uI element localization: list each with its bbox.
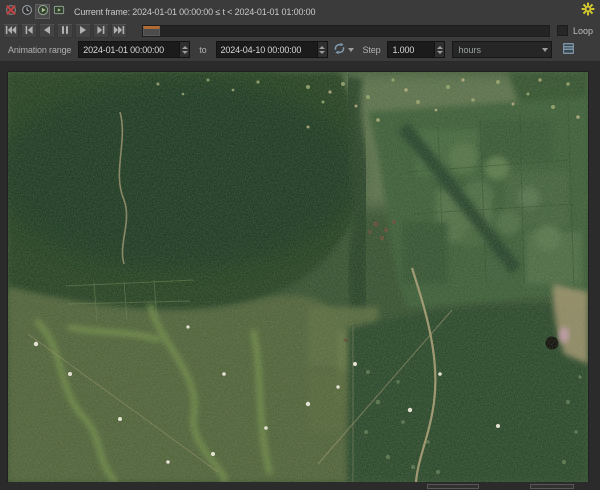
play-forward-button[interactable] <box>75 24 91 38</box>
loop-label: Loop <box>573 26 593 36</box>
export-animation-icon <box>562 42 575 57</box>
map-canvas[interactable] <box>8 72 588 482</box>
map-frame <box>0 62 600 490</box>
range-start-input[interactable]: 2024-01-01 00:00:00 <box>78 41 190 58</box>
export-animation-button[interactable] <box>560 42 576 58</box>
step-unit-combo[interactable]: hours <box>452 41 552 58</box>
movie-mode-icon <box>53 3 65 21</box>
bottom-panel-edge <box>0 482 600 490</box>
to-label: to <box>199 45 206 55</box>
temporal-navigation-off-icon <box>5 3 17 21</box>
step-back-icon <box>23 22 35 40</box>
play-backward-icon <box>41 22 53 40</box>
playback-controls-row: Loop <box>3 23 595 38</box>
temporal-controller-panel: Current frame: 2024-01-01 00:00:00 ≤ t <… <box>0 0 600 62</box>
range-start-spinner[interactable] <box>179 42 189 57</box>
bottom-edge-tab <box>530 484 574 489</box>
fixed-range-temporal-navigation-button[interactable] <box>19 4 34 19</box>
animated-temporal-navigation-icon <box>37 3 49 21</box>
animated-temporal-navigation-button[interactable] <box>35 4 50 19</box>
refresh-range-button[interactable] <box>332 42 348 58</box>
time-slider-handle[interactable] <box>143 26 160 36</box>
gear-icon <box>581 2 595 21</box>
fixed-range-temporal-navigation-icon <box>21 3 33 21</box>
range-start-value: 2024-01-01 00:00:00 <box>79 42 179 57</box>
temporal-navigation-off-button[interactable] <box>3 4 18 19</box>
step-spinner[interactable] <box>434 42 444 57</box>
step-value: 1.000 <box>388 42 434 57</box>
step-forward-icon <box>95 22 107 40</box>
step-back-button[interactable] <box>21 24 37 38</box>
loop-checkbox[interactable] <box>557 25 568 36</box>
animation-range-row: Animation range 2024-01-01 00:00:00 to 2… <box>8 41 595 58</box>
current-frame-label: Current frame: 2024-01-01 00:00:00 ≤ t <… <box>74 7 315 17</box>
play-forward-icon <box>77 22 89 40</box>
bottom-edge-tab <box>427 484 479 489</box>
jump-to-end-icon <box>113 22 125 40</box>
satellite-imagery <box>8 72 588 482</box>
temporal-settings-button[interactable] <box>580 4 595 19</box>
pause-icon <box>59 22 71 40</box>
range-end-spinner[interactable] <box>317 42 327 57</box>
step-forward-button[interactable] <box>93 24 109 38</box>
refresh-range-icon <box>333 42 346 57</box>
movie-mode-button[interactable] <box>51 4 66 19</box>
time-slider[interactable] <box>142 25 550 37</box>
step-input[interactable]: 1.000 <box>387 41 445 58</box>
jump-to-start-button[interactable] <box>3 24 19 38</box>
pause-button[interactable] <box>57 24 73 38</box>
range-end-value: 2024-04-10 00:00:00 <box>217 42 317 57</box>
jump-to-end-button[interactable] <box>111 24 127 38</box>
jump-to-start-icon <box>5 22 17 40</box>
play-backward-button[interactable] <box>39 24 55 38</box>
range-end-input[interactable]: 2024-04-10 00:00:00 <box>216 41 328 58</box>
step-unit-value: hours <box>453 45 539 55</box>
navigation-mode-row: Current frame: 2024-01-01 00:00:00 ≤ t <… <box>3 3 595 20</box>
animation-range-label: Animation range <box>8 45 71 55</box>
refresh-options-caret[interactable] <box>348 48 354 52</box>
step-label: Step <box>363 45 381 55</box>
